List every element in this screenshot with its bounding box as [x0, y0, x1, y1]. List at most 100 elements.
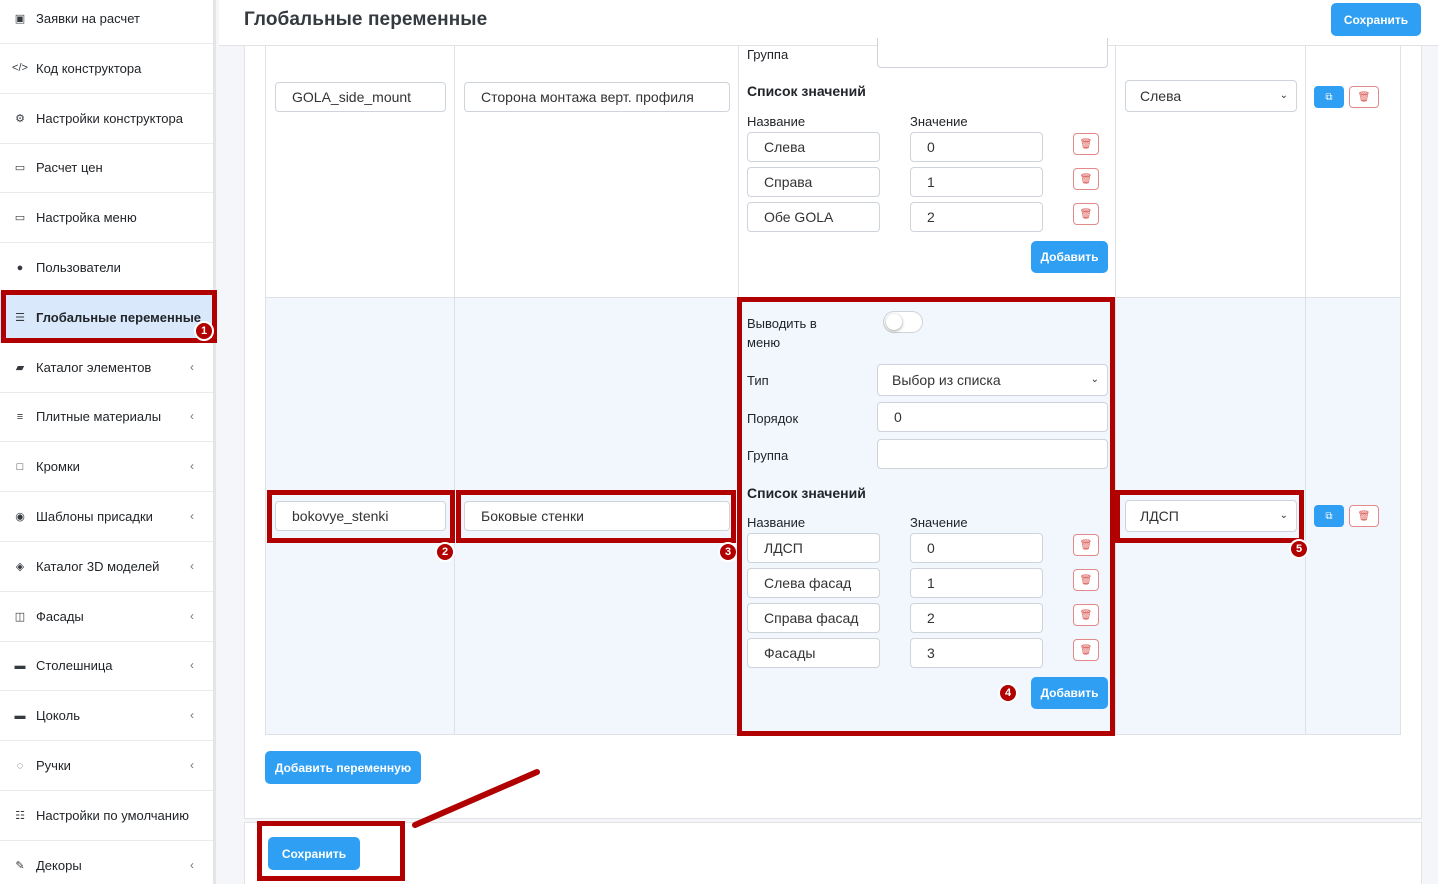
copy-variable-button[interactable]: ⧉	[1314, 505, 1344, 527]
value-value-input[interactable]: 3	[910, 638, 1043, 668]
sidebar-item-label: Ручки	[36, 758, 71, 773]
delete-value-button[interactable]: 🗑	[1073, 168, 1099, 190]
value-name-input[interactable]: Справа	[747, 167, 880, 197]
col-name-header: Название	[747, 515, 806, 530]
copy-variable-button[interactable]: ⧉	[1314, 86, 1344, 108]
variable-name-input[interactable]: Боковые стенки	[464, 501, 730, 531]
delete-variable-button[interactable]: 🗑	[1349, 86, 1379, 108]
sidebar-item[interactable]: ◉ Шаблоны присадки ‹	[0, 492, 213, 542]
money-icon: ▭	[14, 162, 26, 175]
sidebar-item[interactable]: ✎ Декоры ‹	[0, 841, 213, 884]
delete-value-button[interactable]: 🗑	[1073, 639, 1099, 661]
delete-value-button[interactable]: 🗑	[1073, 604, 1099, 626]
col-value-header: Значение	[910, 114, 968, 129]
sidebar-item-label: Пользователи	[36, 260, 121, 275]
value-name-input[interactable]: ЛДСП	[747, 533, 880, 563]
default-value-select[interactable]: ЛДСП ⌄	[1125, 500, 1297, 532]
value-value-input[interactable]: 0	[910, 533, 1043, 563]
footer-save-button[interactable]: Сохранить	[268, 837, 360, 870]
trash-icon: 🗑	[1079, 574, 1093, 586]
sidebar-item-label: Столешница	[36, 658, 113, 674]
delete-variable-button[interactable]: 🗑	[1349, 505, 1379, 527]
sidebar-item[interactable]: ▬ Столешница ‹	[0, 641, 213, 692]
sidebar-item[interactable]: ☷ Настройки по умолчанию	[0, 791, 213, 841]
type-label: Тип	[747, 373, 769, 388]
brush-icon: ✎	[15, 859, 25, 872]
trash-icon: 🗑	[1357, 91, 1371, 103]
sidebar-item[interactable]: ⚙ Настройки конструктора	[0, 94, 213, 144]
type-select[interactable]: Выбор из списка ⌄	[877, 364, 1108, 396]
cube-icon: ◈	[15, 560, 25, 573]
group-input[interactable]	[877, 439, 1108, 469]
value-value-input[interactable]: 2	[910, 202, 1043, 232]
annotation-badge: 2	[435, 542, 455, 562]
sidebar-item[interactable]: ▭ Расчет цен	[0, 143, 213, 194]
sidebar-item-label: Шаблоны присадки	[36, 509, 153, 524]
sidebar-item[interactable]: □ Кромки ‹	[0, 442, 213, 493]
group-input[interactable]	[877, 38, 1108, 68]
copy-icon: ⧉	[1325, 91, 1333, 103]
sidebar-item[interactable]: ▬ Цоколь ‹	[0, 691, 213, 742]
chevron-left-icon: ‹	[190, 409, 194, 424]
value-name-input[interactable]: Слева фасад	[747, 568, 880, 598]
trash-icon: 🗑	[1079, 173, 1093, 185]
sidebar-item[interactable]: ▰ Каталог элементов ‹	[0, 343, 213, 393]
value-name-input[interactable]: Справа фасад	[747, 603, 880, 633]
value-value-input[interactable]: 0	[910, 132, 1043, 162]
columns-icon: ◫	[14, 610, 26, 623]
list-icon: ☰	[15, 311, 25, 324]
add-variable-button[interactable]: Добавить переменную	[265, 751, 421, 784]
col-value-header: Значение	[910, 515, 968, 530]
sidebar-item-label: Настройки конструктора	[36, 110, 183, 126]
annotation-badge: 3	[718, 542, 738, 562]
variable-key-input[interactable]: GOLA_side_mount	[275, 82, 446, 112]
copy-icon: ⧉	[1325, 510, 1333, 522]
delete-value-button[interactable]: 🗑	[1073, 133, 1099, 155]
minus-icon: ▬	[14, 709, 26, 722]
show-in-menu-toggle[interactable]	[883, 311, 923, 333]
sidebar-item[interactable]: ≡ Плитные материалы ‹	[0, 392, 213, 443]
trash-icon: 🗑	[1079, 609, 1093, 621]
sidebar-item-label: Фасады	[36, 608, 84, 624]
default-value-select[interactable]: Слева ⌄	[1125, 80, 1297, 112]
variable-key-input[interactable]: bokovye_stenki	[275, 501, 446, 531]
sidebar-item[interactable]: ☰ Глобальные переменные	[0, 292, 213, 343]
sidebar-item-label: Цоколь	[36, 708, 80, 724]
trash-icon: 🗑	[1079, 208, 1093, 220]
chevron-left-icon: ‹	[190, 558, 194, 573]
sidebar-item[interactable]: ◌ Ручки ‹	[0, 741, 213, 791]
hand-icon: ◌	[16, 759, 24, 772]
delete-value-button[interactable]: 🗑	[1073, 534, 1099, 556]
sidebar-item[interactable]: ◈ Каталог 3D моделей ‹	[0, 542, 213, 592]
chevron-left-icon: ‹	[190, 359, 194, 374]
value-value-input[interactable]: 1	[910, 167, 1043, 197]
value-name-input[interactable]: Фасады	[747, 638, 880, 668]
add-value-button[interactable]: Добавить	[1031, 677, 1108, 709]
delete-value-button[interactable]: 🗑	[1073, 203, 1099, 225]
variable-name-input[interactable]: Сторона монтажа верт. профиля	[464, 82, 730, 112]
sidebar-item[interactable]: ▭ Настройка меню	[0, 193, 213, 244]
sidebar-item[interactable]: ▣ Заявки на расчет	[0, 0, 213, 44]
delete-value-button[interactable]: 🗑	[1073, 569, 1099, 591]
clipboard-icon: ▣	[14, 13, 26, 25]
annotation-arrow	[412, 769, 540, 828]
order-input[interactable]: 0	[877, 402, 1108, 432]
value-name-input[interactable]: Слева	[747, 132, 880, 162]
add-value-button[interactable]: Добавить	[1031, 241, 1108, 273]
value-value-input[interactable]: 2	[910, 603, 1043, 633]
page-title: Глобальные переменные	[244, 9, 488, 30]
trash-icon: 🗑	[1079, 644, 1093, 656]
header-save-button[interactable]: Сохранить	[1331, 3, 1421, 36]
sidebar-item-label: Плитные материалы	[36, 409, 162, 425]
chevron-left-icon: ‹	[190, 509, 194, 523]
value-value-input[interactable]: 1	[910, 568, 1043, 598]
sidebar-item[interactable]: ● Пользователи	[0, 243, 213, 293]
chevron-left-icon: ‹	[190, 758, 194, 772]
sliders-icon: ☷	[15, 809, 25, 822]
default-value-text: Слева	[1140, 88, 1182, 104]
value-name-input[interactable]: Обе GOLA	[747, 202, 880, 232]
sidebar-item[interactable]: ◫ Фасады ‹	[0, 592, 213, 642]
group-label: Группа	[747, 448, 789, 463]
sidebar-item-label: Настройка меню	[36, 210, 137, 226]
sidebar-item[interactable]: </> Код конструктора	[0, 44, 213, 94]
